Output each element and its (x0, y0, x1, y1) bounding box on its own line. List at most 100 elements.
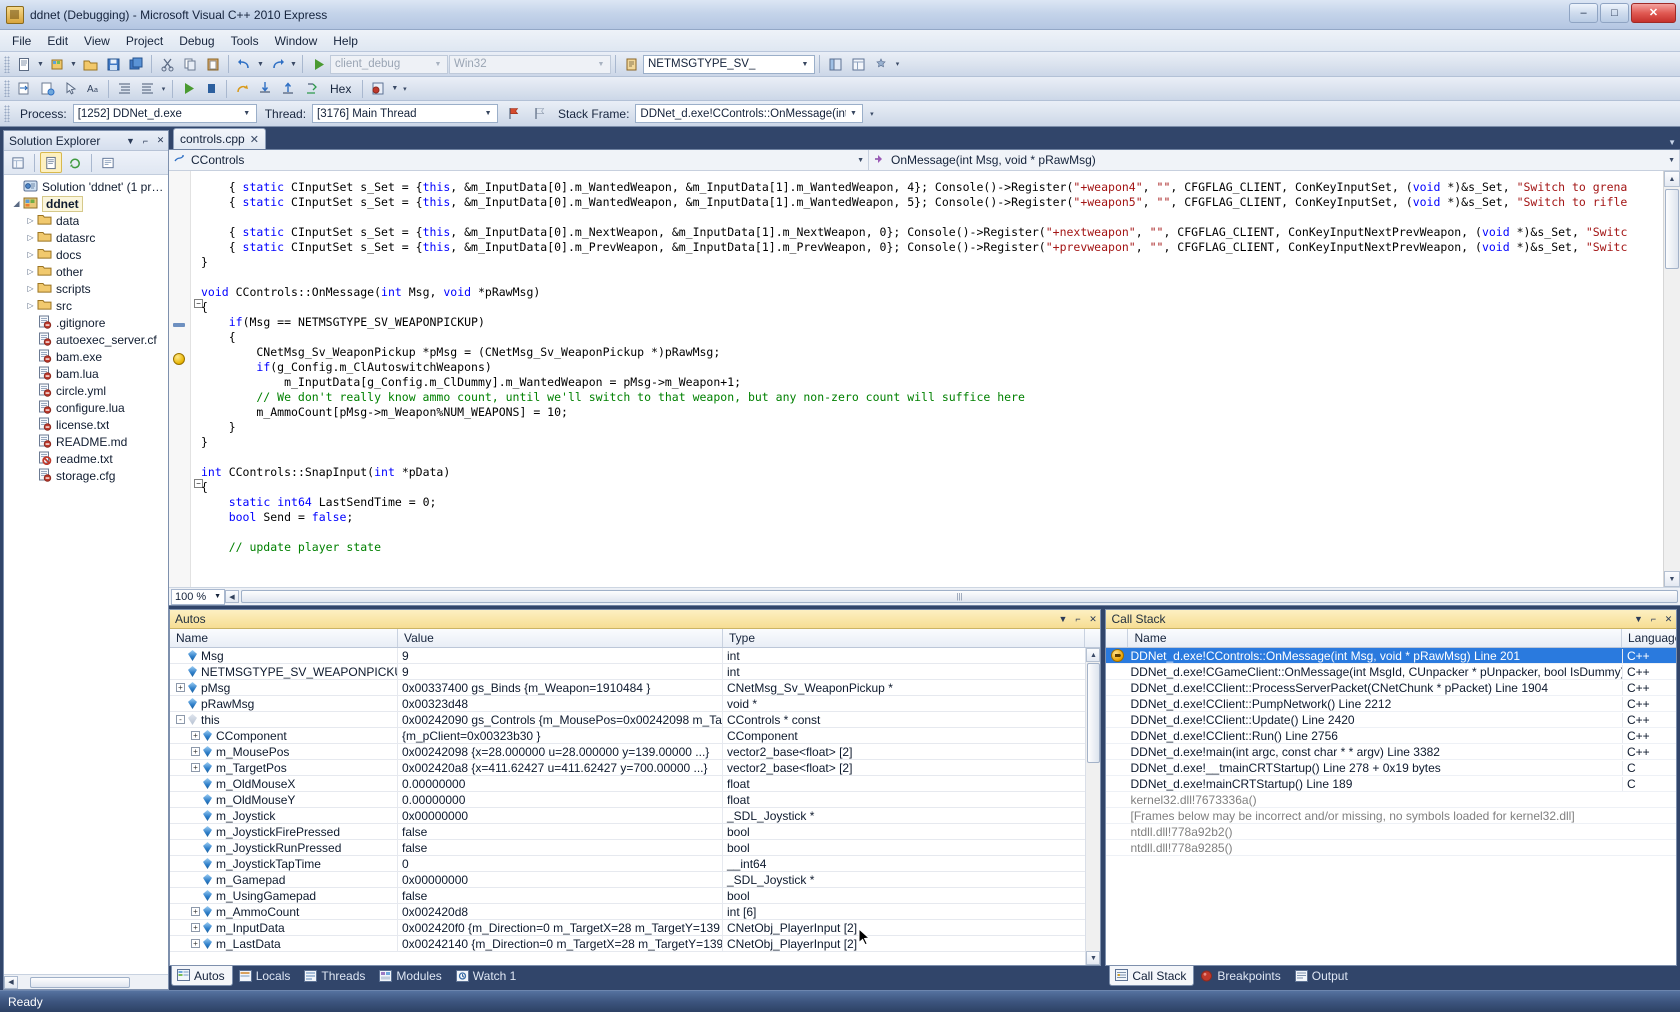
debug-toolbar-grip[interactable] (4, 80, 10, 97)
save-icon[interactable] (102, 54, 124, 75)
current-statement-glyph-icon[interactable] (173, 353, 185, 365)
paste-icon[interactable] (202, 54, 224, 75)
editor-hscroll-left-icon[interactable]: ◀ (225, 590, 239, 603)
editor-vertical-scrollbar[interactable]: ▲ ▼ (1663, 171, 1680, 587)
pointer-tool-icon[interactable] (59, 78, 81, 99)
list-indent-icon[interactable] (113, 78, 135, 99)
menu-project[interactable]: Project (118, 31, 171, 51)
tab-close-icon[interactable]: ✕ (250, 133, 259, 146)
tree-item-data[interactable]: ▷data (4, 212, 168, 229)
autos-row[interactable]: pRawMsg0x00323d48void * (170, 696, 1085, 712)
step-over-icon[interactable] (231, 78, 253, 99)
properties-window-icon[interactable] (847, 54, 869, 75)
autos-menu-icon[interactable]: ▼ (1055, 611, 1070, 627)
autos-value-cell[interactable]: 0x002420d8 (398, 904, 723, 920)
step-into-icon[interactable] (254, 78, 276, 99)
toolbox-icon[interactable] (870, 54, 892, 75)
step-out-icon-2[interactable] (300, 78, 322, 99)
autos-col-value[interactable]: Value (398, 629, 723, 647)
collapse-icon[interactable]: - (176, 715, 185, 724)
close-button[interactable]: ✕ (1631, 3, 1676, 23)
list-outdent-icon[interactable] (136, 78, 158, 99)
autos-row[interactable]: +m_InputData0x002420f0 {m_Direction=0 m_… (170, 920, 1085, 936)
autos-row[interactable]: m_OldMouseY0.00000000float (170, 792, 1085, 808)
tab-controls-cpp[interactable]: controls.cpp ✕ (173, 128, 266, 149)
autos-value-cell[interactable]: 0.00000000 (398, 776, 723, 792)
step-out-icon[interactable] (277, 78, 299, 99)
debug-location-grip[interactable] (4, 105, 10, 122)
editor-horizontal-scrollbar[interactable]: ||| (241, 589, 1678, 604)
undo-dropdown-icon[interactable]: ▼ (256, 54, 265, 75)
tree-item-autoexec-server-cf[interactable]: autoexec_server.cf (4, 331, 168, 348)
autos-close-icon[interactable]: ✕ (1085, 611, 1100, 627)
menu-file[interactable]: File (4, 31, 39, 51)
autos-value-cell[interactable]: 0 (398, 856, 723, 872)
thread-combo[interactable]: [3176] Main Thread ▼ (312, 104, 498, 123)
autos-value-cell[interactable]: 0.00000000 (398, 792, 723, 808)
expander-icon[interactable]: ◢ (10, 199, 23, 208)
process-combo[interactable]: [1252] DDNet_d.exe ▼ (73, 104, 257, 123)
solution-tree[interactable]: Solution 'ddnet' (1 project◢ddnet▷data▷d… (4, 175, 168, 974)
autos-value-cell[interactable]: false (398, 824, 723, 840)
open-file-icon[interactable] (79, 54, 101, 75)
autos-value-cell[interactable]: 0x00242090 gs_Controls {m_MousePos=0x002… (398, 712, 723, 728)
tree-item-configure-lua[interactable]: configure.lua (4, 399, 168, 416)
stop-debugging-icon[interactable] (200, 78, 222, 99)
hscroll-thumb[interactable] (30, 977, 130, 988)
tree-item-readme-md[interactable]: README.md (4, 433, 168, 450)
editor-vscroll-thumb[interactable] (1665, 189, 1679, 269)
tree-item--gitignore[interactable]: .gitignore (4, 314, 168, 331)
autos-value-cell[interactable]: 0x002420f0 {m_Direction=0 m_TargetX=28 m… (398, 920, 723, 936)
autos-row[interactable]: m_Gamepad0x00000000_SDL_Joystick * (170, 872, 1085, 888)
redo-icon[interactable] (266, 54, 288, 75)
tree-item-docs[interactable]: ▷docs (4, 246, 168, 263)
tab-breakpoints[interactable]: Breakpoints (1194, 966, 1288, 986)
autos-row[interactable]: +m_MousePos0x00242098 {x=28.000000 u=28.… (170, 744, 1085, 760)
solution-explorer-hscrollbar[interactable]: ◀ (4, 974, 168, 989)
step-into-icon-alt[interactable] (36, 78, 58, 99)
cut-icon[interactable] (156, 54, 178, 75)
properties-icon[interactable] (7, 152, 29, 173)
expand-icon[interactable]: + (191, 763, 200, 772)
autos-pin-icon[interactable]: ⌐ (1070, 611, 1085, 627)
tree-item-readme-txt[interactable]: readme.txt (4, 450, 168, 467)
callstack-grid-body[interactable]: DDNet_d.exe!CControls::OnMessage(int Msg… (1106, 648, 1676, 965)
autos-value-cell[interactable]: 0x00323d48 (398, 696, 723, 712)
pin-icon[interactable]: ⌐ (138, 133, 153, 149)
expander-icon[interactable]: ▷ (24, 233, 37, 242)
autos-row[interactable]: Msg9int (170, 648, 1085, 664)
tree-item-bam-exe[interactable]: bam.exe (4, 348, 168, 365)
start-debugging-icon[interactable] (307, 54, 329, 75)
solution-platform-combo[interactable]: Win32 ▼ (449, 55, 611, 74)
new-item-dropdown-icon[interactable]: ▼ (36, 54, 45, 75)
autos-row[interactable]: m_JoystickFirePressedfalsebool (170, 824, 1085, 840)
tab-call-stack[interactable]: Call Stack (1109, 966, 1194, 986)
scroll-up-icon[interactable]: ▲ (1664, 171, 1680, 187)
autos-scroll-down-icon[interactable]: ▼ (1086, 951, 1100, 965)
save-all-icon[interactable] (125, 54, 147, 75)
autos-value-cell[interactable]: 0x002420a8 {x=411.62427 u=411.62427 y=70… (398, 760, 723, 776)
callstack-row[interactable]: DDNet_d.exe!CControls::OnMessage(int Msg… (1106, 648, 1676, 664)
callstack-row[interactable]: kernel32.dll!7673336a() (1106, 792, 1676, 808)
callstack-row[interactable]: ntdll.dll!778a9285() (1106, 840, 1676, 856)
autos-value-cell[interactable]: 9 (398, 648, 723, 664)
callstack-row[interactable]: ntdll.dll!778a92b2() (1106, 824, 1676, 840)
autos-row[interactable]: +m_LastData0x00242140 {m_Direction=0 m_T… (170, 936, 1085, 952)
tree-item-other[interactable]: ▷other (4, 263, 168, 280)
callstack-close-icon[interactable]: ✕ (1661, 611, 1676, 627)
refresh-icon[interactable] (64, 152, 86, 173)
tree-item-license-txt[interactable]: license.txt (4, 416, 168, 433)
autos-row[interactable]: +CComponent{m_pClient=0x00323b30 }CCompo… (170, 728, 1085, 744)
autos-row[interactable]: +m_AmmoCount0x002420d8int [6] (170, 904, 1085, 920)
toolbar-overflow-icon[interactable]: ▾ (893, 54, 902, 75)
unflag-thread-icon[interactable] (528, 103, 550, 124)
expand-icon[interactable]: + (191, 731, 200, 740)
autos-scroll-up-icon[interactable]: ▲ (1086, 648, 1100, 662)
code-text[interactable]: { static CInputSet s_Set = {this, &m_Inp… (201, 171, 1663, 587)
hexadecimal-display-button[interactable]: Hex (323, 78, 358, 99)
menu-tools[interactable]: Tools (223, 31, 267, 51)
breakpoint-window-icon[interactable] (367, 78, 389, 99)
callstack-row[interactable]: [Frames below may be incorrect and/or mi… (1106, 808, 1676, 824)
toolbar-grip[interactable] (4, 56, 10, 73)
callstack-col-language[interactable]: Language (1622, 629, 1676, 647)
